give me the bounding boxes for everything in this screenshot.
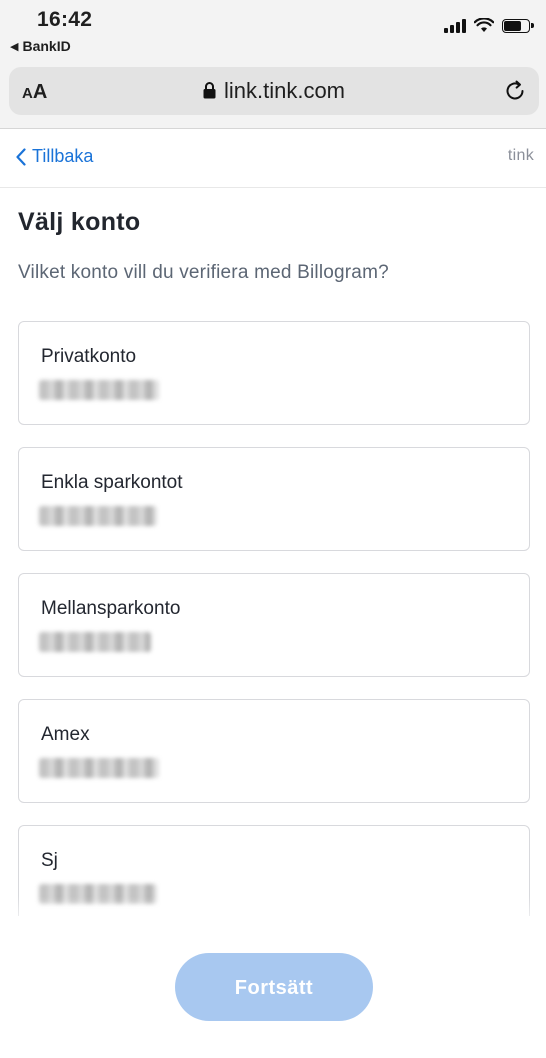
browser-chrome: 16:42 ◀ BankID AA link.tink.com	[0, 0, 546, 129]
account-name: Amex	[41, 724, 90, 745]
back-triangle-icon: ◀	[10, 40, 19, 53]
back-app-label: BankID	[22, 38, 71, 54]
scroll-fade	[0, 896, 546, 936]
status-icons	[444, 18, 534, 33]
chevron-left-icon	[16, 147, 26, 166]
account-name: Privatkonto	[41, 346, 137, 367]
cellular-signal-icon	[444, 18, 466, 33]
tink-logo: tink	[507, 147, 534, 164]
app-header: Tillbaka tink	[0, 129, 546, 188]
account-name: Enkla sparkontot	[41, 472, 183, 493]
back-to-app-link[interactable]: ◀ BankID	[10, 38, 71, 54]
account-number-redacted	[39, 632, 151, 652]
address-bar[interactable]: AA link.tink.com	[9, 67, 539, 115]
url-text: link.tink.com	[223, 78, 346, 103]
account-card[interactable]: Mellansparkonto	[18, 573, 530, 677]
back-label: Tillbaka	[32, 146, 94, 166]
battery-icon	[502, 18, 534, 33]
continue-button[interactable]: Fortsätt	[175, 953, 373, 1021]
back-button[interactable]: Tillbaka	[16, 146, 93, 167]
reload-icon[interactable]	[503, 79, 527, 103]
status-time: 16:42	[37, 8, 93, 31]
account-list: Privatkonto Enkla sparkontot Mellanspark…	[18, 321, 530, 916]
lock-icon	[203, 81, 216, 99]
account-name: Mellansparkonto	[41, 598, 181, 619]
wifi-icon	[474, 18, 494, 32]
account-card[interactable]: Amex	[18, 699, 530, 803]
account-number-redacted	[39, 380, 159, 400]
page-title: Välj konto	[18, 208, 141, 236]
account-number-redacted	[39, 506, 157, 526]
account-card[interactable]: Privatkonto	[18, 321, 530, 425]
account-number-redacted	[39, 758, 159, 778]
account-name: Sj	[41, 850, 58, 871]
url-display[interactable]: link.tink.com	[9, 78, 539, 104]
account-card[interactable]: Enkla sparkontot	[18, 447, 530, 551]
page-subtitle: Vilket konto vill du verifiera med Billo…	[18, 262, 389, 283]
